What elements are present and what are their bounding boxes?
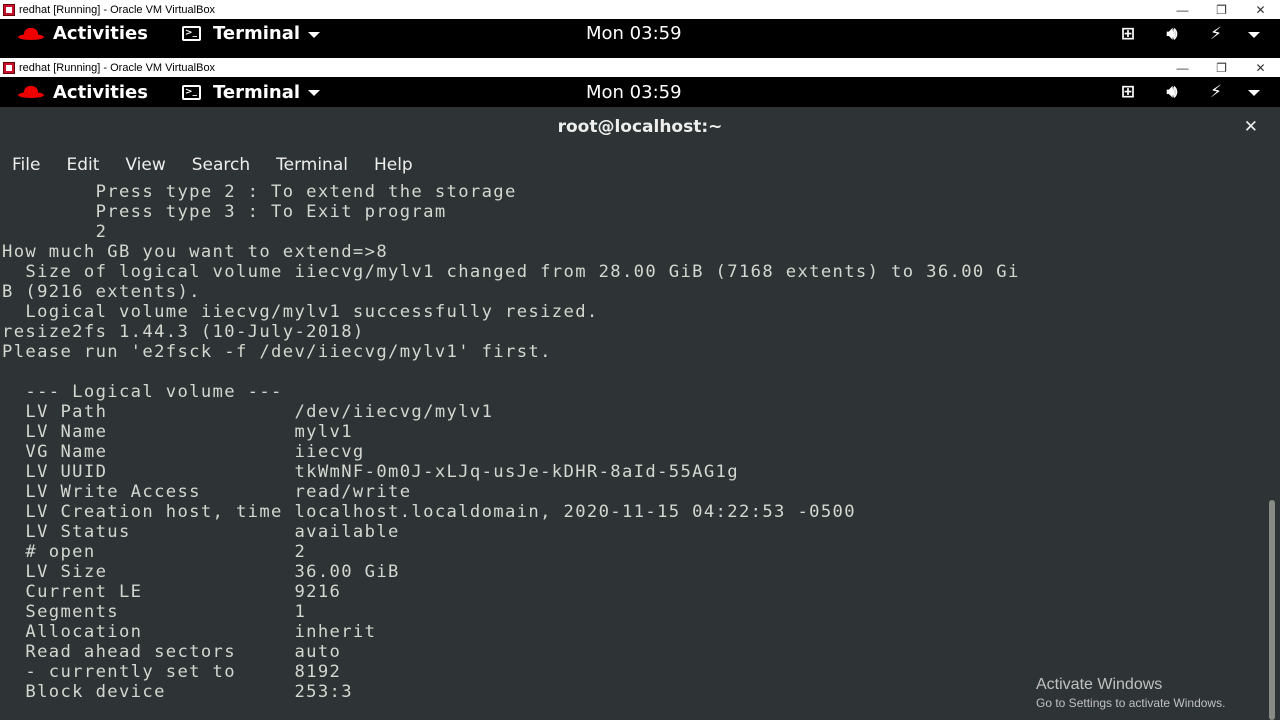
inner-vbox-titlebar: redhat [Running] - Oracle VM VirtualBox … [0, 58, 1280, 77]
inner-gnome-topbar: Activities >_ Terminal Mon 03:59 ⊞ 🔊︎ ⚡︎ [0, 77, 1280, 107]
menu-file[interactable]: File [12, 155, 40, 175]
terminal-line: LV Write Access read/write [2, 482, 412, 502]
redhat-logo-icon [18, 27, 44, 40]
virtualbox-icon [3, 3, 15, 16]
terminal-line: Press type 3 : To Exit program [2, 202, 447, 222]
outer-activities-button[interactable]: Activities [18, 23, 148, 44]
terminal-line: VG Name iiecvg [2, 442, 365, 462]
terminal-line: LV Name mylv1 [2, 422, 353, 442]
menu-search[interactable]: Search [192, 155, 250, 175]
terminal-line: LV UUID tkWmNF-0m0J-xLJq-usJe-kDHR-8aId-… [2, 462, 739, 482]
outer-vbox-titlebar: redhat [Running] - Oracle VM VirtualBox … [0, 0, 1280, 19]
watermark-title: Activate Windows [1036, 676, 1163, 693]
inner-activities-label: Activities [53, 81, 148, 103]
terminal-line: Allocation inherit [2, 622, 377, 642]
activate-windows-watermark: Activate Windows Go to Settings to activ… [1036, 676, 1225, 710]
outer-close-button[interactable]: ✕ [1241, 3, 1280, 17]
terminal-icon: >_ [181, 84, 201, 100]
chevron-down-icon [308, 31, 321, 38]
virtualbox-icon [3, 61, 15, 74]
terminal-line: 2 [2, 222, 108, 242]
network-icon: ⊞ [1120, 82, 1136, 102]
terminal-line: Current LE 9216 [2, 582, 342, 602]
terminal-line: resize2fs 1.44.3 (10-July-2018) [2, 322, 365, 342]
chevron-down-icon [1248, 31, 1260, 38]
terminal-title: root@localhost:~ [557, 117, 723, 137]
terminal-menubar: File Edit View Search Terminal Help [0, 147, 1280, 182]
watermark-subtitle: Go to Settings to activate Windows. [1036, 696, 1226, 710]
chevron-down-icon [1248, 90, 1260, 96]
outer-gnome-topbar: Activities >_ Terminal Mon 03:59 ⊞ 🔊︎ ⚡︎ [0, 19, 1280, 48]
terminal-line: Read ahead sectors auto [2, 642, 342, 662]
terminal-line: Please run 'e2fsck -f /dev/iiecvg/mylv1'… [2, 342, 552, 362]
redhat-logo-icon [18, 86, 44, 98]
terminal-scrollbar[interactable] [1264, 182, 1280, 720]
terminal-line: LV Path /dev/iiecvg/mylv1 [2, 402, 494, 422]
terminal-line: LV Creation host, time localhost.localdo… [2, 502, 856, 522]
inner-close-button[interactable]: ✕ [1241, 61, 1280, 75]
terminal-line: # open 2 [2, 542, 307, 562]
menu-help[interactable]: Help [374, 155, 413, 175]
network-icon: ⊞ [1120, 23, 1136, 44]
terminal-line: Size of logical volume iiecvg/mylv1 chan… [2, 262, 1020, 282]
terminal-line: --- Logical volume --- [2, 382, 283, 402]
terminal-line: Segments 1 [2, 602, 307, 622]
menu-edit[interactable]: Edit [66, 155, 99, 175]
volume-icon: 🔊︎ [1166, 82, 1178, 102]
volume-icon: 🔊︎ [1166, 23, 1178, 44]
terminal-icon: >_ [181, 26, 201, 41]
outer-app-menu[interactable]: >_ Terminal [181, 23, 321, 44]
outer-clock[interactable]: Mon 03:59 [586, 23, 682, 44]
terminal-line: LV Status available [2, 522, 400, 542]
power-icon: ⚡︎ [1210, 82, 1222, 102]
terminal-line: B (9216 extents). [2, 282, 201, 302]
terminal-line: Press type 2 : To extend the storage [2, 182, 517, 202]
inner-activities-button[interactable]: Activities [18, 82, 148, 103]
menu-terminal[interactable]: Terminal [276, 155, 348, 175]
inner-app-menu[interactable]: >_ Terminal [181, 81, 321, 103]
terminal-text: Press type 2 : To extend the storage Pre… [0, 182, 1264, 702]
inner-app-label: Terminal [212, 81, 301, 103]
terminal-line: Logical volume iiecvg/mylv1 successfully… [2, 302, 599, 322]
terminal-line: LV Size 36.00 GiB [2, 562, 400, 582]
menu-view[interactable]: View [125, 155, 165, 175]
inner-minimize-button[interactable]: — [1163, 61, 1202, 75]
inner-clock[interactable]: Mon 03:59 [586, 82, 682, 103]
inner-window-caption: redhat [Running] - Oracle VM VirtualBox [19, 61, 216, 74]
inner-system-tray[interactable]: ⊞ 🔊︎ ⚡︎ [1116, 82, 1260, 102]
outer-minimize-button[interactable]: — [1163, 3, 1202, 17]
chevron-down-icon [308, 90, 321, 96]
inner-restore-button[interactable]: ❐ [1202, 61, 1241, 75]
terminal-line: How much GB you want to extend=>8 [2, 242, 389, 262]
outer-restore-button[interactable]: ❐ [1202, 3, 1241, 17]
close-icon[interactable]: ✕ [1244, 117, 1258, 137]
outer-activities-label: Activities [53, 23, 148, 44]
terminal-window: root@localhost:~ ✕ File Edit View Search… [0, 107, 1280, 720]
outer-window-caption: redhat [Running] - Oracle VM VirtualBox [19, 3, 216, 16]
terminal-output[interactable]: Press type 2 : To extend the storage Pre… [0, 182, 1264, 720]
power-icon: ⚡︎ [1210, 23, 1222, 44]
scrollbar-thumb[interactable] [1269, 500, 1275, 720]
terminal-headerbar: root@localhost:~ ✕ [0, 107, 1280, 147]
outer-app-label: Terminal [212, 23, 301, 44]
outer-system-tray[interactable]: ⊞ 🔊︎ ⚡︎ [1116, 24, 1260, 44]
